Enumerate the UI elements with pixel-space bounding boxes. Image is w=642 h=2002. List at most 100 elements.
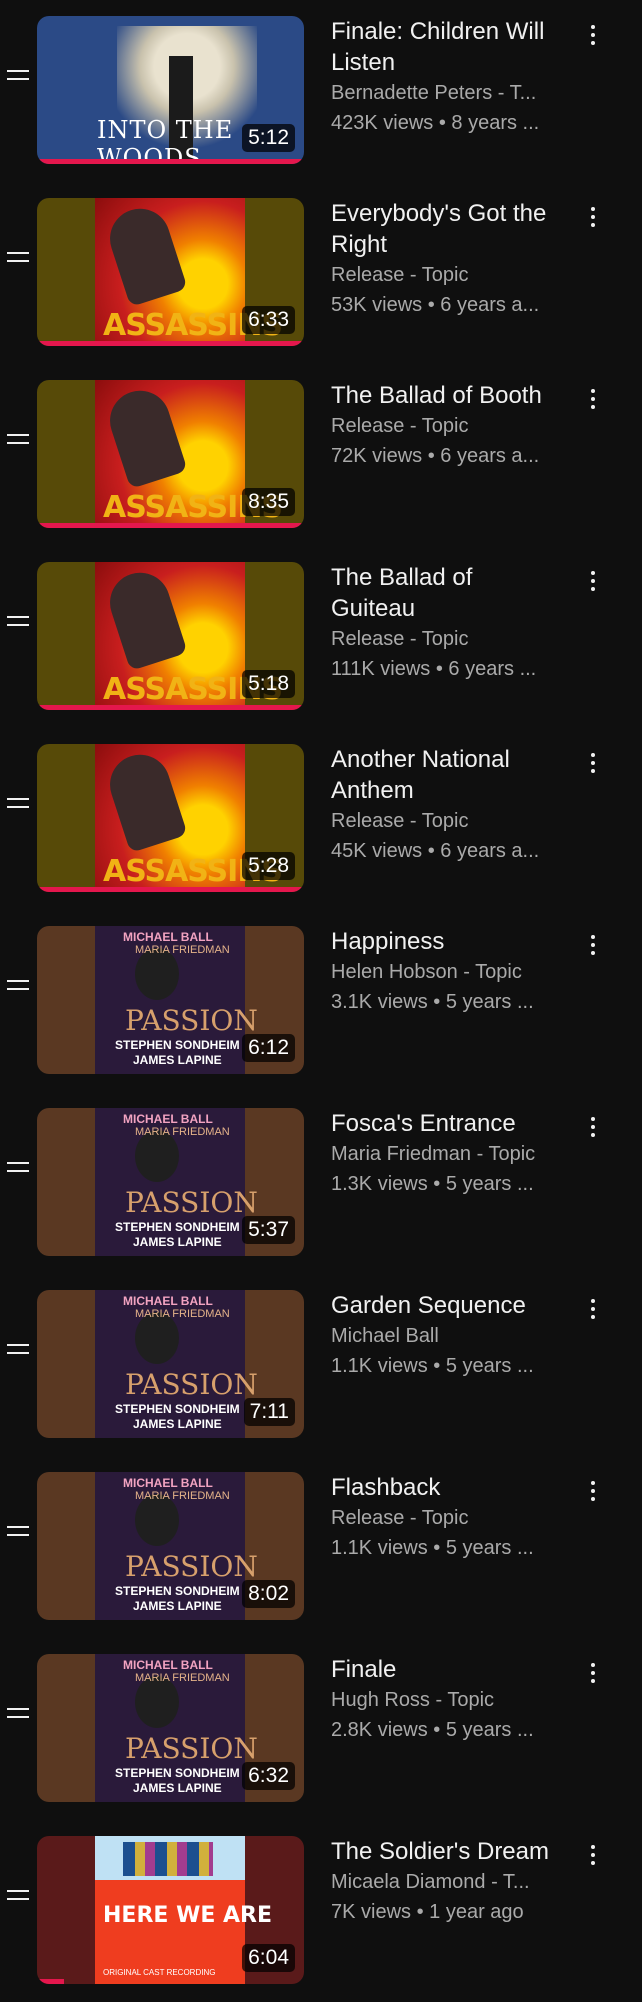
video-meta[interactable]: Happiness Helen Hobson - Topic 3.1K views …: [331, 926, 561, 1017]
video-title[interactable]: Finale: Children Will Listen: [331, 16, 561, 78]
playlist-item[interactable]: MICHAEL BALL MARIA FRIEDMAN PASSION STEPHEN…: [0, 1456, 642, 1638]
playlist-item[interactable]: ASSASSINS 8:35 The Ballad of Booth Release …: [0, 364, 642, 546]
duration-badge: 5:37: [242, 1216, 295, 1244]
video-meta[interactable]: Garden Sequence Michael Ball 1.1K views • …: [331, 1290, 561, 1381]
drag-handle-icon[interactable]: [7, 1162, 29, 1174]
video-title[interactable]: Finale: [331, 1654, 561, 1685]
playlist: INTO THE WOODS 5:12 Finale: Children Will …: [0, 0, 642, 2000]
more-options-icon[interactable]: [585, 571, 601, 593]
video-meta[interactable]: Finale Hugh Ross - Topic 2.8K views • 5 ye…: [331, 1654, 561, 1745]
video-meta[interactable]: Another National Anthem Release - Topic 45…: [331, 744, 561, 866]
channel-name[interactable]: Maria Friedman - Topic: [331, 1139, 561, 1169]
playlist-item[interactable]: HERE WE ARE ORIGINAL CAST RECORDING 6:04 Th…: [0, 1820, 642, 2002]
watch-progress-bar: [37, 1979, 64, 1984]
drag-handle-icon[interactable]: [7, 434, 29, 446]
credit-writer: JAMES LAPINE: [133, 1235, 222, 1249]
video-meta[interactable]: The Ballad of Booth Release - Topic 72K vi…: [331, 380, 561, 471]
art-title: PASSION: [125, 1732, 258, 1765]
more-options-icon[interactable]: [585, 389, 601, 411]
video-thumbnail[interactable]: HERE WE ARE ORIGINAL CAST RECORDING 6:04: [37, 1836, 304, 1984]
credit-writer: JAMES LAPINE: [133, 1053, 222, 1067]
video-thumbnail[interactable]: MICHAEL BALL MARIA FRIEDMAN PASSION STEPHEN…: [37, 1290, 304, 1438]
art-title: PASSION: [125, 1004, 258, 1037]
playlist-item[interactable]: INTO THE WOODS 5:12 Finale: Children Will …: [0, 0, 642, 182]
art-subtitle: ORIGINAL CAST RECORDING: [103, 1968, 216, 1977]
credit-mid: MARIA FRIEDMAN: [135, 1126, 230, 1138]
watch-progress-bar: [37, 705, 304, 710]
channel-name[interactable]: Release - Topic: [331, 260, 561, 290]
video-stats: 111K views • 6 years ...: [331, 658, 537, 680]
video-meta[interactable]: Fosca's Entrance Maria Friedman - Topic 1.…: [331, 1108, 561, 1199]
more-options-icon[interactable]: [585, 935, 601, 957]
playlist-item[interactable]: MICHAEL BALL MARIA FRIEDMAN PASSION STEPHEN…: [0, 1638, 642, 1820]
video-thumbnail[interactable]: ASSASSINS 8:35: [37, 380, 304, 528]
credit-writer: JAMES LAPINE: [133, 1781, 222, 1795]
more-options-icon[interactable]: [585, 753, 601, 775]
video-title[interactable]: Flashback: [331, 1472, 561, 1503]
video-thumbnail[interactable]: ASSASSINS 6:33: [37, 198, 304, 346]
video-thumbnail[interactable]: ASSASSINS 5:18: [37, 562, 304, 710]
channel-name[interactable]: Bernadette Peters - T...: [331, 78, 561, 108]
video-thumbnail[interactable]: MICHAEL BALL MARIA FRIEDMAN PASSION STEPHEN…: [37, 1472, 304, 1620]
channel-name[interactable]: Helen Hobson - Topic: [331, 957, 561, 987]
video-thumbnail[interactable]: INTO THE WOODS 5:12: [37, 16, 304, 164]
video-title[interactable]: The Soldier's Dream: [331, 1836, 561, 1867]
drag-handle-icon[interactable]: [7, 980, 29, 992]
video-title[interactable]: The Ballad of Booth: [331, 380, 561, 411]
video-meta[interactable]: Finale: Children Will Listen Bernadette P…: [331, 16, 561, 138]
video-thumbnail[interactable]: ASSASSINS 5:28: [37, 744, 304, 892]
more-options-icon[interactable]: [585, 1299, 601, 1321]
credit-composer: STEPHEN SONDHEIM: [115, 1584, 240, 1598]
more-options-icon[interactable]: [585, 1117, 601, 1139]
playlist-item[interactable]: ASSASSINS 5:28 Another National Anthem Rele…: [0, 728, 642, 910]
video-title[interactable]: Another National Anthem: [331, 744, 561, 806]
watch-progress-bar: [37, 341, 304, 346]
channel-name[interactable]: Release - Topic: [331, 1503, 561, 1533]
drag-handle-icon[interactable]: [7, 70, 29, 82]
video-meta[interactable]: Flashback Release - Topic 1.1K views • 5 y…: [331, 1472, 561, 1563]
channel-name[interactable]: Michael Ball: [331, 1321, 561, 1351]
drag-handle-icon[interactable]: [7, 1890, 29, 1902]
duration-badge: 7:11: [243, 1398, 295, 1426]
playlist-item[interactable]: MICHAEL BALL MARIA FRIEDMAN PASSION STEPHEN…: [0, 1092, 642, 1274]
channel-name[interactable]: Micaela Diamond - T...: [331, 1867, 561, 1897]
video-title[interactable]: The Ballad of Guiteau: [331, 562, 561, 624]
channel-name[interactable]: Release - Topic: [331, 806, 561, 836]
more-options-icon[interactable]: [585, 207, 601, 229]
video-title[interactable]: Fosca's Entrance: [331, 1108, 561, 1139]
video-title[interactable]: Garden Sequence: [331, 1290, 561, 1321]
drag-handle-icon[interactable]: [7, 252, 29, 264]
credit-composer: STEPHEN SONDHEIM: [115, 1220, 240, 1234]
video-stats: 7K views • 1 year ago: [331, 1901, 524, 1923]
art-title: PASSION: [125, 1368, 258, 1401]
drag-handle-icon[interactable]: [7, 1526, 29, 1538]
video-thumbnail[interactable]: MICHAEL BALL MARIA FRIEDMAN PASSION STEPHEN…: [37, 926, 304, 1074]
channel-name[interactable]: Release - Topic: [331, 624, 561, 654]
video-meta[interactable]: The Soldier's Dream Micaela Diamond - T..…: [331, 1836, 561, 1927]
drag-handle-icon[interactable]: [7, 1708, 29, 1720]
playlist-item[interactable]: ASSASSINS 5:18 The Ballad of Guiteau Releas…: [0, 546, 642, 728]
more-options-icon[interactable]: [585, 1481, 601, 1503]
more-options-icon[interactable]: [585, 1845, 601, 1867]
playlist-item[interactable]: MICHAEL BALL MARIA FRIEDMAN PASSION STEPHEN…: [0, 910, 642, 1092]
drag-handle-icon[interactable]: [7, 798, 29, 810]
watch-progress-bar: [37, 159, 304, 164]
drag-handle-icon[interactable]: [7, 1344, 29, 1356]
playlist-item[interactable]: MICHAEL BALL MARIA FRIEDMAN PASSION STEPHEN…: [0, 1274, 642, 1456]
more-options-icon[interactable]: [585, 25, 601, 47]
playlist-item[interactable]: ASSASSINS 6:33 Everybody's Got the Right Re…: [0, 182, 642, 364]
more-options-icon[interactable]: [585, 1663, 601, 1685]
video-stats: 45K views • 6 years a...: [331, 840, 540, 862]
watch-progress-bar: [37, 523, 304, 528]
duration-badge: 6:33: [242, 306, 295, 334]
drag-handle-icon[interactable]: [7, 616, 29, 628]
video-meta[interactable]: Everybody's Got the Right Release - Topic…: [331, 198, 561, 320]
video-title[interactable]: Everybody's Got the Right: [331, 198, 561, 260]
video-thumbnail[interactable]: MICHAEL BALL MARIA FRIEDMAN PASSION STEPHEN…: [37, 1654, 304, 1802]
video-meta[interactable]: The Ballad of Guiteau Release - Topic 111K…: [331, 562, 561, 684]
video-stats: 1.1K views • 5 years ...: [331, 1355, 534, 1377]
channel-name[interactable]: Release - Topic: [331, 411, 561, 441]
video-title[interactable]: Happiness: [331, 926, 561, 957]
video-thumbnail[interactable]: MICHAEL BALL MARIA FRIEDMAN PASSION STEPHEN…: [37, 1108, 304, 1256]
channel-name[interactable]: Hugh Ross - Topic: [331, 1685, 561, 1715]
